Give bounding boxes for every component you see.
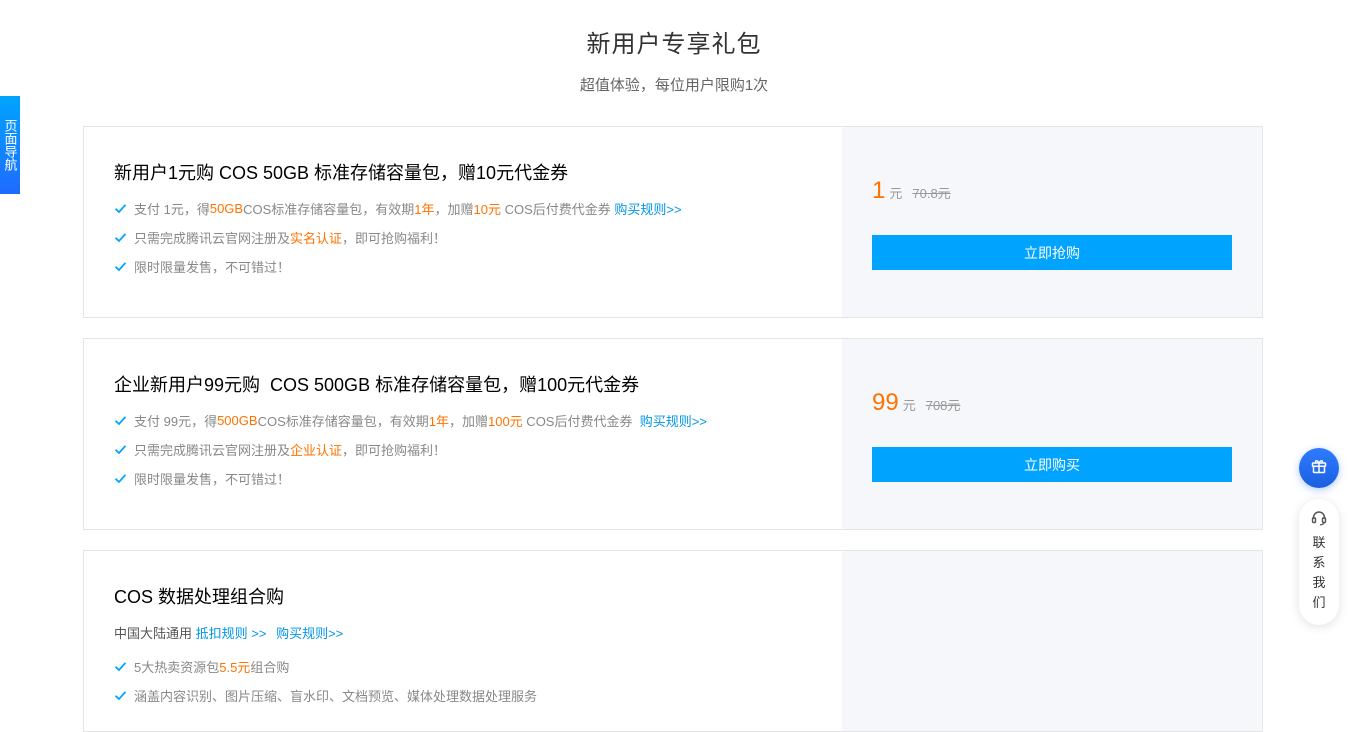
feature-text: 限时限量发售，不可错过！ — [134, 472, 291, 487]
feature-text: 只需完成腾讯云官网注册及 — [134, 443, 291, 458]
offer-card-2-price-panel: 99 元 708元 立即购买 — [842, 339, 1262, 529]
offer-card-2: 企业新用户99元购 COS 500GB 标准存储容量包，赠100元代金券 支付 … — [83, 338, 1263, 530]
feature-item: 涵盖内容识别、图片压缩、盲水印、文档预览、媒体处理数据处理服务 — [114, 686, 537, 705]
feature-highlight: 100元 — [487, 414, 523, 429]
contact-us-label: 联系我们 — [1299, 533, 1339, 613]
feature-item: 只需完成腾讯云官网注册及 实名认证 ，即可抢购福利！ — [114, 228, 446, 247]
check-icon — [114, 443, 127, 456]
feature-item: 限时限量发售，不可错过！ — [114, 469, 290, 488]
buy-now-button[interactable]: 立即购买 — [872, 447, 1232, 482]
original-price: 708元 — [925, 398, 961, 413]
feature-highlight: 1年 — [414, 202, 435, 217]
offer-card-3: COS 数据处理组合购 中国大陆通用 抵扣规则 >> 购买规则>> 5大热卖资源… — [83, 550, 1263, 732]
feature-text: 涵盖内容识别、图片压缩、盲水印、文档预览、媒体处理数据处理服务 — [134, 689, 538, 704]
feature-highlight: 5.5元 — [219, 660, 251, 675]
purchase-rules-link[interactable]: 购买规则>> — [276, 626, 343, 641]
feature-item: 限时限量发售，不可错过！ — [114, 257, 290, 276]
price-value: 1 — [872, 177, 886, 204]
check-icon — [114, 260, 127, 273]
feature-text: ，即可抢购福利！ — [342, 231, 447, 246]
purchase-rules-link[interactable]: 购买规则>> — [640, 411, 707, 430]
offer-card-3-price-panel — [842, 551, 1262, 731]
feature-text: COS后付费代金券 — [500, 202, 615, 217]
page-nav-label: 页面导航 — [2, 119, 18, 171]
feature-highlight: 实名认证 — [290, 231, 343, 246]
feature-text: 限时限量发售，不可错过！ — [134, 260, 291, 275]
feature-item: 支付 99元，得 500GB COS标准存储容量包，有效期 1年 ，加赠 100元… — [114, 411, 707, 430]
purchase-rules-link[interactable]: 购买规则>> — [614, 199, 681, 218]
check-icon — [114, 414, 127, 427]
feature-text: COS后付费代金券 — [522, 414, 640, 429]
check-icon — [114, 472, 127, 485]
original-price: 70.8元 — [912, 186, 951, 201]
feature-item: 5大热卖资源包 5.5元 组合购 — [114, 657, 289, 676]
price-unit: 元 — [889, 186, 903, 201]
feature-text: 只需完成腾讯云官网注册及 — [134, 231, 291, 246]
feature-text: ，加赠 — [434, 202, 474, 217]
feature-highlight: 企业认证 — [290, 443, 343, 458]
offer-title: 企业新用户99元购 COS 500GB 标准存储容量包，赠100元代金券 — [114, 375, 640, 395]
contact-us-button[interactable]: 联系我们 — [1299, 499, 1339, 625]
feature-highlight: 500GB — [217, 413, 258, 428]
feature-item: 支付 1元，得 50GB COS标准存储容量包，有效期 1年 ，加赠 10元 CO… — [114, 199, 682, 218]
page-nav-tab[interactable]: 页面导航 — [0, 96, 20, 194]
feature-highlight: 10元 — [473, 202, 501, 217]
feature-text: COS标准存储容量包，有效期 — [243, 202, 415, 217]
feature-text: 组合购 — [250, 660, 290, 675]
feature-text: 支付 1元，得 — [134, 202, 210, 217]
feature-highlight: 50GB — [209, 201, 244, 216]
offer-title: COS 数据处理组合购 — [114, 587, 285, 607]
offer-card-1-price-panel: 1 元 70.8元 立即抢购 — [842, 127, 1262, 317]
page-title: 新用户专享礼包 — [586, 31, 762, 58]
feature-text: ，加赠 — [448, 414, 488, 429]
region-row: 中国大陆通用 抵扣规则 >> 购买规则>> — [114, 623, 343, 642]
region-label: 中国大陆通用 — [114, 626, 193, 641]
headset-icon — [1310, 509, 1328, 532]
price-row: 99 元 708元 — [872, 389, 960, 417]
grab-now-button[interactable]: 立即抢购 — [872, 235, 1232, 270]
price-row: 1 元 70.8元 — [872, 177, 951, 205]
feature-item: 只需完成腾讯云官网注册及 企业认证 ，即可抢购福利！ — [114, 440, 446, 459]
gift-button[interactable] — [1299, 448, 1339, 488]
price-unit: 元 — [902, 398, 916, 413]
gift-icon — [1310, 457, 1328, 480]
feature-text: COS标准存储容量包，有效期 — [257, 414, 429, 429]
page-subtitle: 超值体验，每位用户限购1次 — [579, 77, 769, 94]
price-value: 99 — [872, 389, 899, 416]
feature-text: ，即可抢购福利！ — [342, 443, 447, 458]
feature-text: 5大热卖资源包 — [134, 660, 220, 675]
check-icon — [114, 660, 127, 673]
contact-us-text: 联系我们 — [1312, 535, 1326, 610]
check-icon — [114, 202, 127, 215]
deduction-rules-link[interactable]: 抵扣规则 >> — [196, 626, 267, 641]
offer-card-1: 新用户1元购 COS 50GB 标准存储容量包，赠10元代金券 支付 1元，得 … — [83, 126, 1263, 318]
offer-title: 新用户1元购 COS 50GB 标准存储容量包，赠10元代金券 — [114, 163, 569, 183]
check-icon — [114, 689, 127, 702]
check-icon — [114, 231, 127, 244]
feature-highlight: 1年 — [428, 414, 449, 429]
feature-text: 支付 99元，得 — [134, 414, 218, 429]
